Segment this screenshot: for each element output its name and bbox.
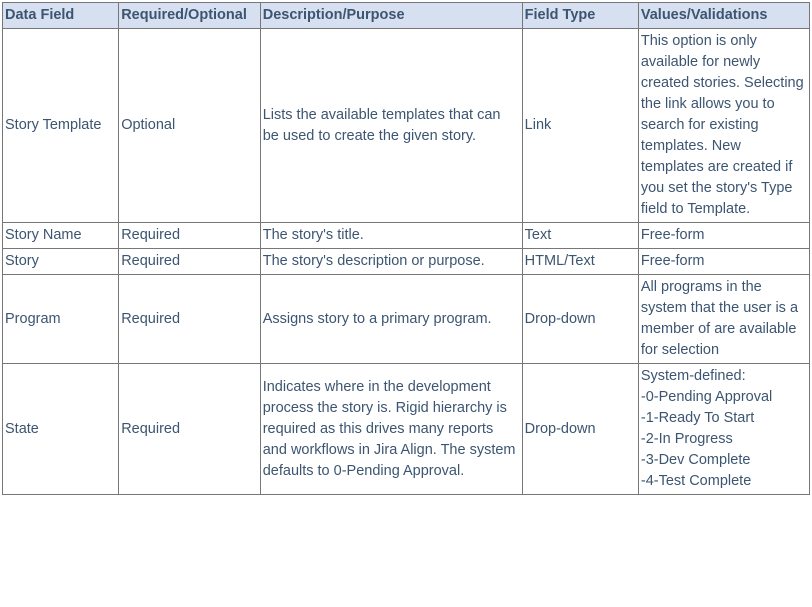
table-row: Story Name Required The story's title. T…: [3, 223, 810, 249]
header-data-field: Data Field: [3, 3, 119, 29]
cell-data-field: Program: [3, 275, 119, 364]
header-field-type: Field Type: [522, 3, 638, 29]
cell-field-type: Link: [522, 29, 638, 223]
table-row: State Required Indicates where in the de…: [3, 364, 810, 495]
cell-required: Optional: [119, 29, 261, 223]
header-required: Required/Optional: [119, 3, 261, 29]
table-body: Story Template Optional Lists the availa…: [3, 29, 810, 495]
cell-values: Free-form: [638, 249, 809, 275]
cell-data-field: State: [3, 364, 119, 495]
cell-field-type: Drop-down: [522, 364, 638, 495]
header-values: Values/Validations: [638, 3, 809, 29]
cell-values: Free-form: [638, 223, 809, 249]
header-description: Description/Purpose: [260, 3, 522, 29]
cell-data-field: Story Name: [3, 223, 119, 249]
cell-values: This option is only available for newly …: [638, 29, 809, 223]
table-row: Story Required The story's description o…: [3, 249, 810, 275]
cell-description: Indicates where in the development proce…: [260, 364, 522, 495]
cell-values: System-defined: -0-Pending Approval -1-R…: [638, 364, 809, 495]
cell-field-type: Text: [522, 223, 638, 249]
cell-field-type: Drop-down: [522, 275, 638, 364]
table-header-row: Data Field Required/Optional Description…: [3, 3, 810, 29]
cell-data-field: Story: [3, 249, 119, 275]
cell-required: Required: [119, 249, 261, 275]
table-row: Story Template Optional Lists the availa…: [3, 29, 810, 223]
cell-field-type: HTML/Text: [522, 249, 638, 275]
cell-description: The story's title.: [260, 223, 522, 249]
cell-required: Required: [119, 364, 261, 495]
cell-description: Lists the available templates that can b…: [260, 29, 522, 223]
table-row: Program Required Assigns story to a prim…: [3, 275, 810, 364]
cell-values: All programs in the system that the user…: [638, 275, 809, 364]
cell-data-field: Story Template: [3, 29, 119, 223]
data-fields-table: Data Field Required/Optional Description…: [2, 2, 810, 495]
cell-required: Required: [119, 223, 261, 249]
cell-description: Assigns story to a primary program.: [260, 275, 522, 364]
cell-required: Required: [119, 275, 261, 364]
cell-description: The story's description or purpose.: [260, 249, 522, 275]
